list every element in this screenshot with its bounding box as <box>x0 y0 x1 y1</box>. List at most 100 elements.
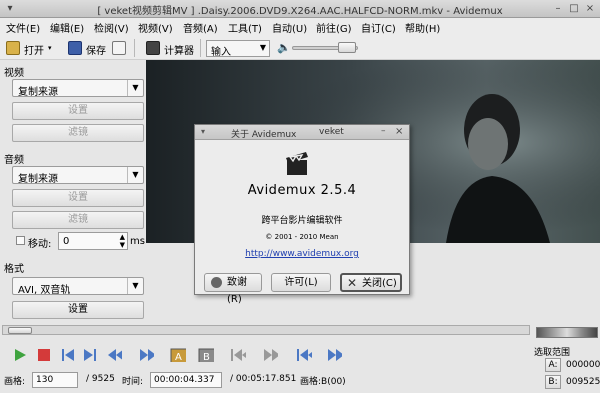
frame-label: 画格: <box>4 377 26 387</box>
play-icon[interactable] <box>12 348 28 362</box>
format-settings-button[interactable]: 设置 <box>12 301 144 319</box>
video-settings-button[interactable]: 设置 <box>12 102 144 120</box>
menu-audio[interactable]: 音频(A) <box>183 20 218 35</box>
format-value: AVI, 双音轨 <box>18 285 71 296</box>
stop-icon[interactable] <box>36 348 52 362</box>
toolbar: 打开 ▾ 保存 计算器 输入 ▼ 🔈 <box>0 36 600 60</box>
window-title: [ veket视频剪辑MV ] .Daisy.2006.DVD9.X264.AA… <box>97 6 503 17</box>
toolbar-separator <box>200 39 201 57</box>
frame-type: 画格:B(00) <box>300 377 346 387</box>
dialog-minimize-icon[interactable]: – <box>381 126 386 136</box>
video-filters-button[interactable]: 滤镜 <box>12 124 144 142</box>
next-frame-icon[interactable] <box>82 348 98 362</box>
audio-codec-select[interactable]: 复制来源 ▼ <box>12 166 144 185</box>
about-url-link[interactable]: http://www.avidemux.org <box>195 249 409 259</box>
menu-file[interactable]: 文件(E) <box>6 20 40 35</box>
audio-codec-value: 复制来源 <box>18 174 58 185</box>
chevron-down-icon: ▼ <box>127 278 143 294</box>
dialog-menu-icon[interactable]: ▾ <box>201 127 205 136</box>
window-titlebar: ▾ [ veket视频剪辑MV ] .Daisy.2006.DVD9.X264.… <box>0 0 600 18</box>
menu-custom[interactable]: 自订(C) <box>361 20 396 35</box>
close-dialog-button[interactable]: ✕ 关闭(C) <box>340 273 402 292</box>
close-window-icon[interactable]: × <box>584 3 596 15</box>
minimize-icon[interactable]: – <box>552 3 564 15</box>
last-frame-icon[interactable] <box>326 348 342 362</box>
goto-b-button[interactable]: B: <box>545 375 561 389</box>
chevron-down-icon: ▼ <box>127 167 143 183</box>
open-folder-icon[interactable] <box>6 41 20 55</box>
volume-slider-handle[interactable] <box>338 42 356 53</box>
menu-bar: 文件(E) 编辑(E) 检阅(V) 视频(V) 音频(A) 工具(T) 自动(U… <box>0 18 600 36</box>
toolbar-separator <box>134 39 135 57</box>
menu-tools[interactable]: 工具(T) <box>228 20 262 35</box>
open-button[interactable]: 打开 <box>24 42 44 57</box>
shift-checkbox[interactable] <box>16 236 25 245</box>
about-copyright: © 2001 - 2010 Mean <box>265 233 339 241</box>
clapperboard-icon <box>286 152 308 175</box>
format-section-label: 格式 <box>4 264 24 275</box>
menu-go[interactable]: 前往(G) <box>316 20 352 35</box>
spin-down-icon[interactable]: ▼ <box>120 241 125 249</box>
audio-settings-button[interactable]: 设置 <box>12 189 144 207</box>
svg-text:A: A <box>175 352 182 362</box>
license-button[interactable]: 许可(L) <box>271 273 331 292</box>
about-dialog-title-extra: veket <box>319 127 344 137</box>
goto-b-icon[interactable] <box>262 348 278 362</box>
selection-label: 选取范围 <box>534 348 571 358</box>
about-description: 跨平台影片编辑软件 <box>261 216 343 226</box>
credits-button[interactable]: 致谢(R) <box>204 273 262 305</box>
close-dialog-button-label: 关闭(C) <box>362 278 397 289</box>
about-app-name: Avidemux 2.5.4 <box>247 183 357 198</box>
total-frames: / 9525 <box>86 374 115 384</box>
properties-icon[interactable] <box>112 41 126 55</box>
about-dialog: ▾ 关于 Avidemux veket – × Avidemux 2.5.4 跨… <box>194 124 410 305</box>
time-label: 时间: <box>122 377 144 387</box>
audio-filters-button[interactable]: 滤镜 <box>12 211 144 229</box>
credits-button-label: 致谢(R) <box>227 277 247 305</box>
chevron-down-icon: ▼ <box>259 43 266 52</box>
mark-b-icon[interactable]: B <box>198 348 214 362</box>
chevron-down-icon: ▼ <box>127 80 143 96</box>
prev-keyframe-icon[interactable] <box>106 348 122 362</box>
shift-unit: ms <box>130 236 145 247</box>
dialog-close-icon[interactable]: × <box>395 126 403 137</box>
goto-a-icon[interactable] <box>230 348 246 362</box>
spin-up-icon[interactable]: ▲ <box>120 233 125 241</box>
timeline-slider[interactable] <box>2 325 530 335</box>
format-select[interactable]: AVI, 双音轨 ▼ <box>12 277 144 296</box>
a-marker-value: 000000 <box>566 360 600 370</box>
shift-value: 0 <box>63 236 70 247</box>
next-keyframe-icon[interactable] <box>138 348 154 362</box>
info-icon <box>211 277 222 288</box>
maximize-icon[interactable]: □ <box>568 3 580 15</box>
menu-video[interactable]: 视频(V) <box>138 20 173 35</box>
close-x-icon: ✕ <box>347 276 358 290</box>
b-marker-value: 009525 <box>566 377 600 387</box>
time-input[interactable]: 00:00:04.337 <box>150 372 222 388</box>
input-select-value: 输入 <box>211 47 231 58</box>
mark-a-icon[interactable]: A <box>170 348 186 362</box>
menu-auto[interactable]: 自动(U) <box>272 20 307 35</box>
shift-spinbox[interactable]: 0 ▲ ▼ <box>58 232 128 250</box>
input-select[interactable]: 输入 ▼ <box>206 40 270 58</box>
calculator-icon[interactable] <box>146 41 160 55</box>
menu-edit[interactable]: 编辑(E) <box>50 20 84 35</box>
menu-view[interactable]: 检阅(V) <box>94 20 129 35</box>
save-disk-icon[interactable] <box>68 41 82 55</box>
jog-shuttle[interactable] <box>536 327 598 338</box>
timeline-handle[interactable] <box>8 327 32 334</box>
calculator-button[interactable]: 计算器 <box>164 42 194 57</box>
menu-help[interactable]: 帮助(H) <box>405 20 440 35</box>
prev-frame-icon[interactable] <box>60 348 76 362</box>
save-button[interactable]: 保存 <box>86 42 106 57</box>
video-codec-select[interactable]: 复制来源 ▼ <box>12 79 144 98</box>
video-section-label: 视频 <box>4 68 24 79</box>
goto-a-button[interactable]: A: <box>545 358 561 372</box>
about-dialog-title: 关于 Avidemux <box>231 130 297 140</box>
video-codec-value: 复制来源 <box>18 87 58 98</box>
first-frame-icon[interactable] <box>296 348 312 362</box>
total-time: / 00:05:17.851 <box>230 374 297 384</box>
open-dropdown-icon[interactable]: ▾ <box>48 44 52 52</box>
about-dialog-titlebar: ▾ 关于 Avidemux veket – × <box>195 125 409 140</box>
frame-input[interactable]: 130 <box>32 372 78 388</box>
